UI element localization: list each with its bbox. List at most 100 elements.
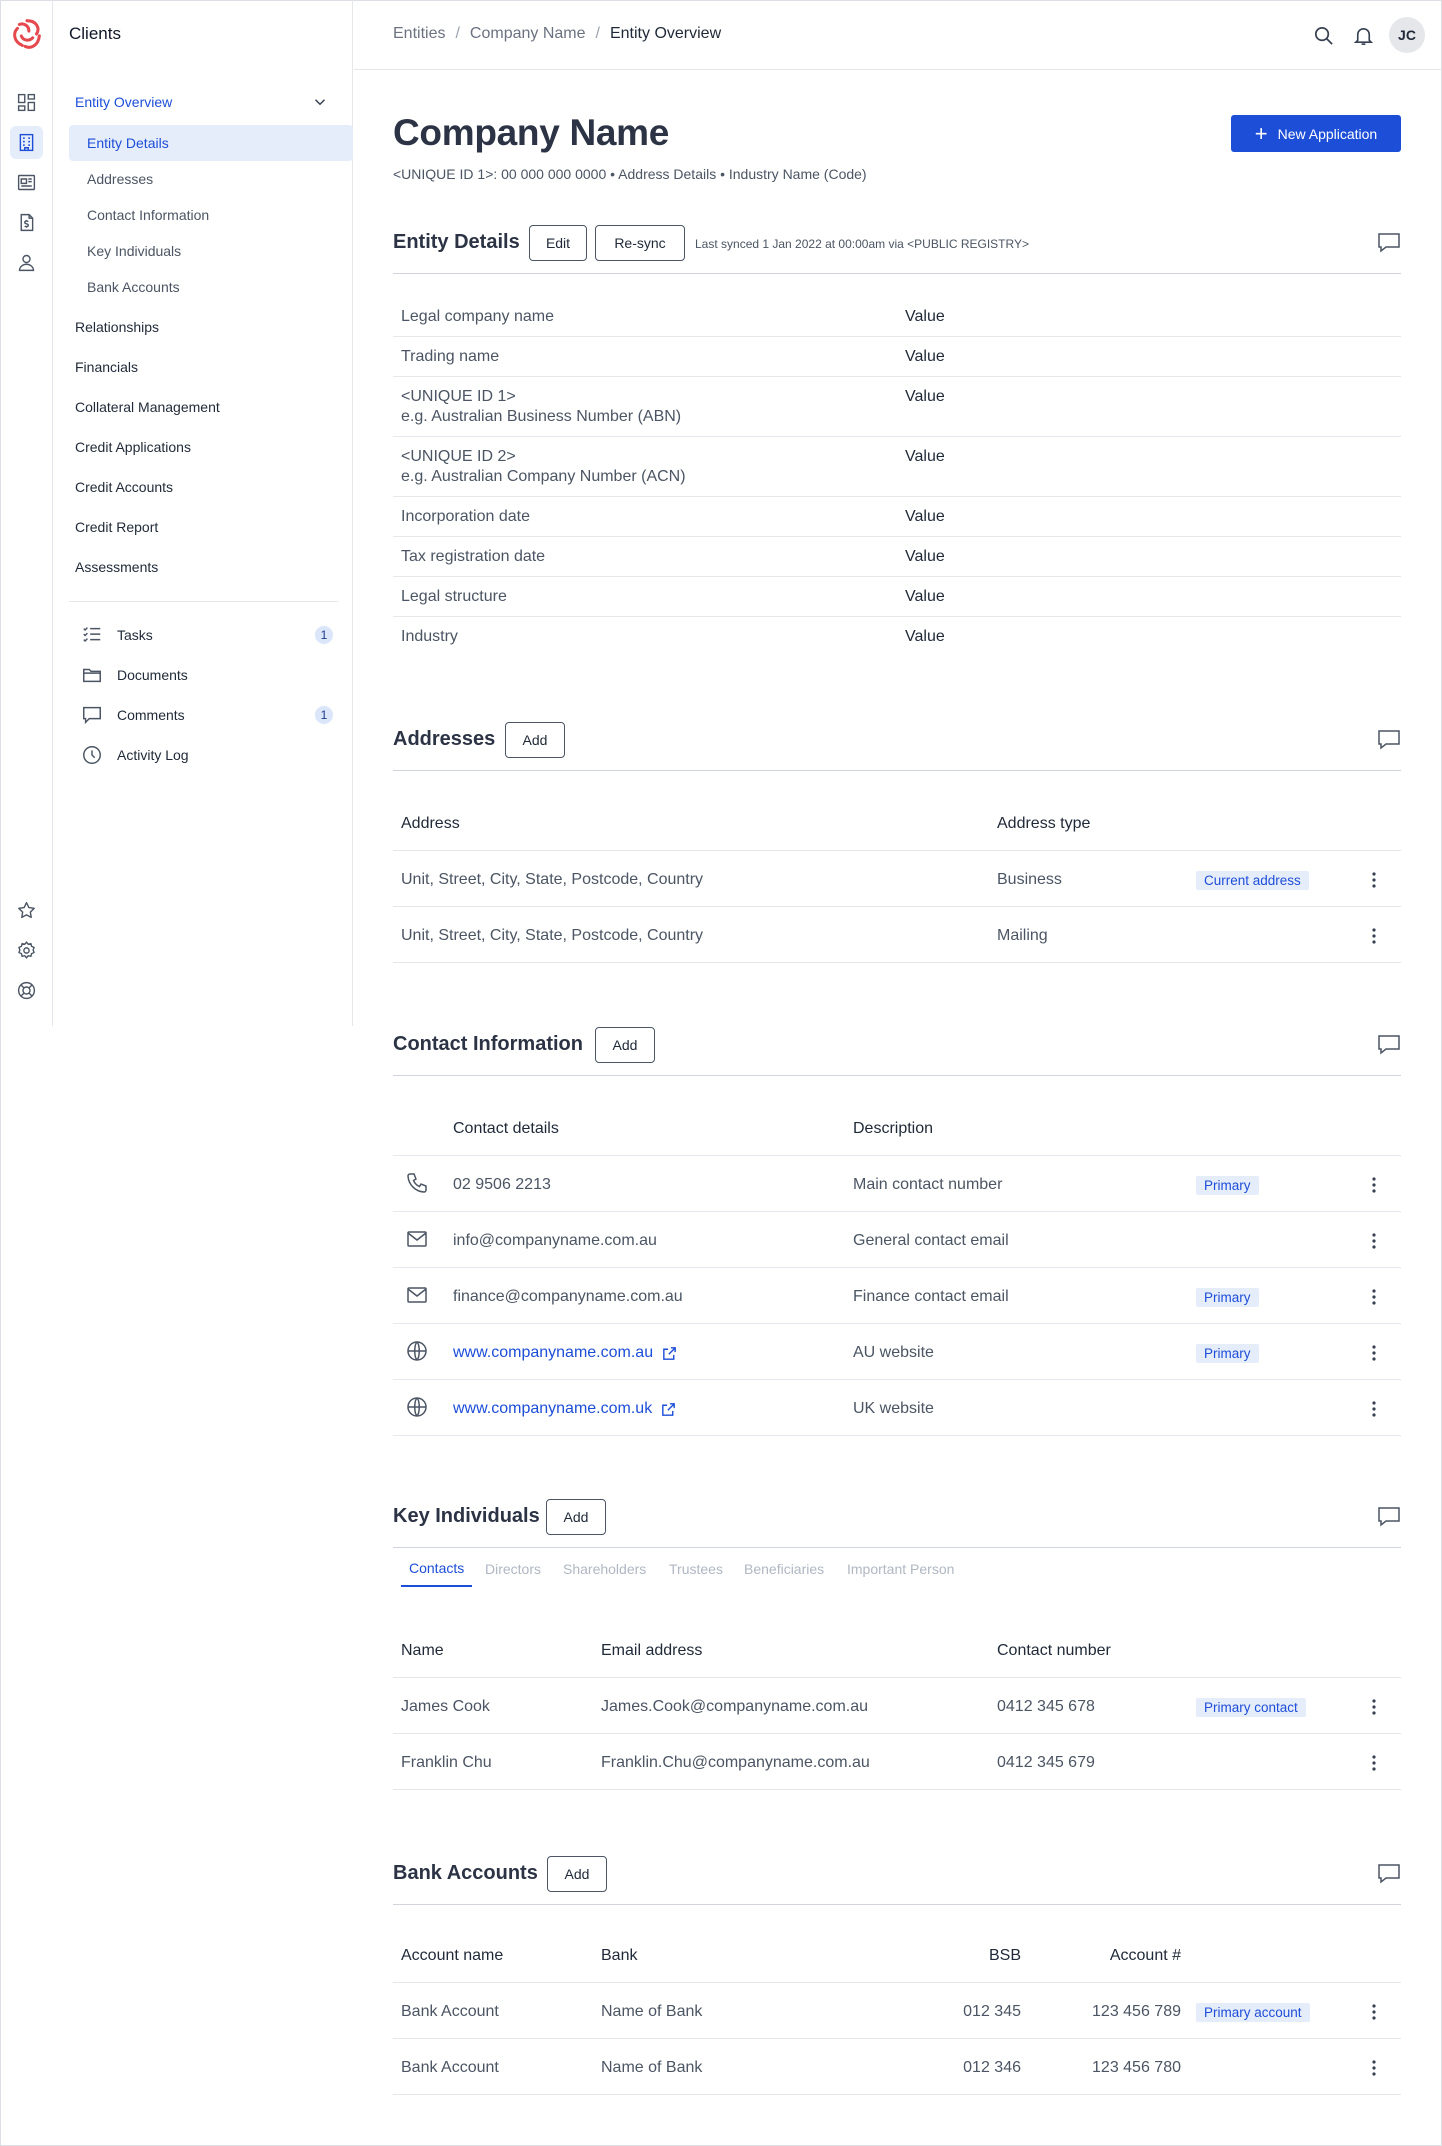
- website-url: www.companyname.com.au: [453, 1344, 654, 1361]
- search-button[interactable]: [1310, 22, 1336, 48]
- sidebar-group-label: Entity Overview: [75, 94, 173, 110]
- sidebar-item-credit-applications[interactable]: Credit Applications: [69, 429, 345, 465]
- sidebar-item-bank-accounts[interactable]: Bank Accounts: [69, 269, 353, 305]
- status-badge: Primary account: [1196, 2003, 1310, 2022]
- more-options-icon[interactable]: [1366, 870, 1382, 890]
- breadcrumb-company[interactable]: Company Name: [470, 25, 586, 43]
- sidebar-item-financials[interactable]: Financials: [69, 349, 345, 385]
- more-options-icon[interactable]: [1366, 1287, 1382, 1307]
- comment-icon[interactable]: [1377, 1506, 1401, 1528]
- breadcrumb-entities[interactable]: Entities: [393, 25, 445, 43]
- detail-label: Trading name: [401, 348, 500, 365]
- avatar[interactable]: JC: [1389, 17, 1425, 53]
- status-badge: Current address: [1196, 871, 1309, 890]
- more-options-icon[interactable]: [1366, 1343, 1382, 1363]
- section-divider: [393, 770, 1401, 771]
- more-options-icon[interactable]: [1366, 2002, 1382, 2022]
- new-application-button[interactable]: + New Application: [1231, 115, 1401, 152]
- key-individuals-title: Key Individuals: [393, 1505, 540, 1527]
- more-options-icon[interactable]: [1366, 1399, 1382, 1419]
- rail-favourites[interactable]: [10, 894, 43, 927]
- sidebar-item-entity-details[interactable]: Entity Details: [69, 125, 353, 161]
- row-divider: [393, 906, 1401, 907]
- add-bank-account-button[interactable]: Add: [547, 1856, 607, 1892]
- sidebar-item-credit-report[interactable]: Credit Report: [69, 509, 345, 545]
- add-individual-button[interactable]: Add: [546, 1499, 606, 1535]
- mail-icon: [407, 1231, 427, 1247]
- building-icon: [19, 133, 34, 152]
- sidebar-item-addresses[interactable]: Addresses: [69, 161, 353, 197]
- sidebar-tool-documents[interactable]: Documents: [81, 659, 337, 691]
- resync-button[interactable]: Re-sync: [595, 225, 685, 261]
- brand-logo-icon[interactable]: [8, 15, 46, 53]
- comment-icon[interactable]: [1377, 1863, 1401, 1885]
- sidebar-group-entity-overview[interactable]: Entity Overview: [69, 84, 345, 120]
- more-options-icon[interactable]: [1366, 1175, 1382, 1195]
- more-options-icon[interactable]: [1366, 1753, 1382, 1773]
- notifications-button[interactable]: [1350, 22, 1376, 48]
- section-divider: [393, 1904, 1401, 1905]
- individual-phone: 0412 345 679: [997, 1754, 1095, 1771]
- account-number: 123 456 780: [1092, 2059, 1181, 2076]
- edit-button[interactable]: Edit: [529, 225, 587, 261]
- tab-shareholders[interactable]: Shareholders: [563, 1551, 646, 1587]
- addresses-title: Addresses: [393, 728, 496, 750]
- search-icon: [1314, 26, 1333, 45]
- breadcrumb-separator: /: [455, 25, 460, 42]
- globe-icon: [407, 1397, 427, 1417]
- tab-directors[interactable]: Directors: [485, 1551, 541, 1587]
- key-individuals-header: Key Individuals Add: [393, 1499, 1401, 1535]
- sidebar: Clients Entity Overview Entity Details A…: [53, 0, 353, 1026]
- folder-icon: [83, 668, 101, 683]
- dollar-document-icon: [20, 213, 34, 232]
- tab-important-person[interactable]: Important Person: [847, 1551, 954, 1587]
- rail-dashboard[interactable]: [10, 86, 43, 119]
- sidebar-item-relationships[interactable]: Relationships: [69, 309, 345, 345]
- sidebar-tool-tasks[interactable]: Tasks 1: [81, 619, 337, 651]
- gear-icon: [18, 941, 35, 959]
- sidebar-item-contact-information[interactable]: Contact Information: [69, 197, 353, 233]
- column-header: Address type: [997, 815, 1091, 832]
- address-value: Unit, Street, City, State, Postcode, Cou…: [401, 927, 704, 944]
- website-link[interactable]: www.companyname.com.uk: [453, 1400, 677, 1418]
- row-divider: [393, 496, 1401, 497]
- user-icon: [18, 254, 35, 272]
- comment-icon[interactable]: [1377, 729, 1401, 751]
- contact-detail: 02 9506 2213: [453, 1176, 551, 1193]
- sidebar-tool-activity-log[interactable]: Activity Log: [81, 739, 337, 771]
- rail-invoices[interactable]: [10, 206, 43, 239]
- sidebar-item-credit-accounts[interactable]: Credit Accounts: [69, 469, 345, 505]
- rail-users[interactable]: [10, 246, 43, 279]
- tab-trustees[interactable]: Trustees: [669, 1551, 723, 1587]
- more-options-icon[interactable]: [1366, 1231, 1382, 1251]
- rail-help[interactable]: [10, 974, 43, 1007]
- detail-value: Value: [905, 508, 945, 525]
- bsb: 012 345: [963, 2003, 1021, 2020]
- tab-beneficiaries[interactable]: Beneficiaries: [744, 1551, 824, 1587]
- rail-clients[interactable]: [10, 126, 43, 159]
- rail-news[interactable]: [10, 166, 43, 199]
- status-badge: Primary: [1196, 1176, 1259, 1195]
- more-options-icon[interactable]: [1366, 2058, 1382, 2078]
- comment-icon[interactable]: [1377, 1034, 1401, 1056]
- contact-description: AU website: [853, 1344, 934, 1361]
- individual-phone: 0412 345 678: [997, 1698, 1095, 1715]
- more-options-icon[interactable]: [1366, 926, 1382, 946]
- sidebar-item-key-individuals[interactable]: Key Individuals: [69, 233, 353, 269]
- detail-sublabel: e.g. Australian Company Number (ACN): [401, 468, 686, 485]
- sidebar-item-assessments[interactable]: Assessments: [69, 549, 345, 585]
- sidebar-item-collateral-management[interactable]: Collateral Management: [69, 389, 345, 425]
- add-contact-button[interactable]: Add: [595, 1027, 655, 1063]
- add-address-button[interactable]: Add: [505, 722, 565, 758]
- bell-icon: [1353, 27, 1373, 45]
- tab-contacts[interactable]: Contacts: [401, 1551, 473, 1587]
- new-application-label: New Application: [1277, 125, 1378, 142]
- rail-settings[interactable]: [10, 934, 43, 967]
- more-options-icon[interactable]: [1366, 1697, 1382, 1717]
- contact-detail: finance@companyname.com.au: [453, 1288, 683, 1305]
- website-link[interactable]: www.companyname.com.au: [453, 1344, 678, 1362]
- sidebar-tool-comments[interactable]: Comments 1: [81, 699, 337, 731]
- row-divider: [393, 576, 1401, 577]
- comment-icon[interactable]: [1377, 232, 1401, 254]
- column-header: Address: [401, 815, 460, 832]
